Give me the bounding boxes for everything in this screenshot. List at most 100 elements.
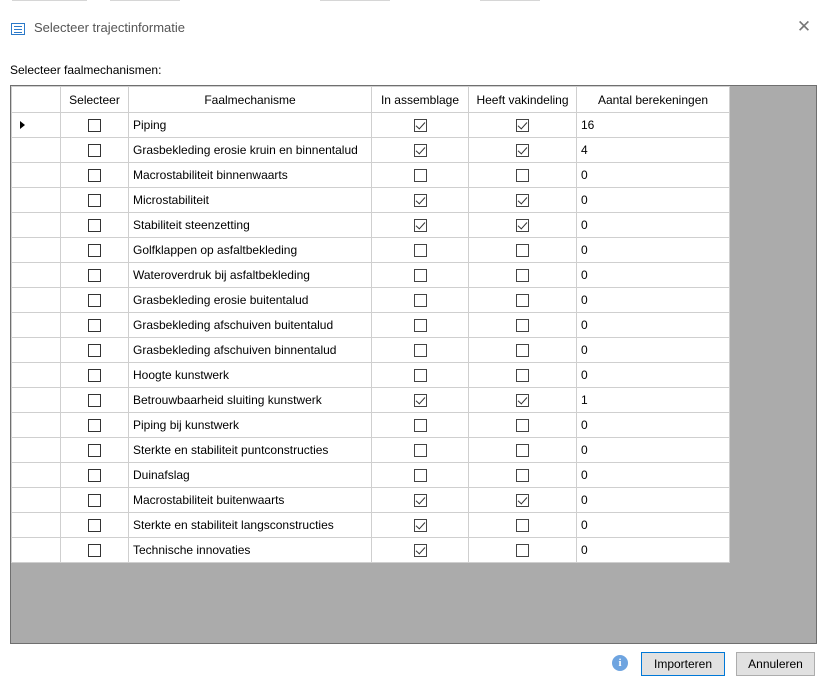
column-header-in-assemblage[interactable]: In assemblage — [371, 86, 469, 113]
table-row[interactable]: Stabiliteit steenzetting 0 — [11, 212, 730, 238]
row-header[interactable] — [11, 312, 61, 338]
select-checkbox[interactable] — [88, 269, 101, 283]
row-header[interactable] — [11, 137, 61, 163]
row-header[interactable] — [11, 162, 61, 188]
select-checkbox[interactable] — [88, 194, 101, 208]
row-header[interactable] — [11, 337, 61, 363]
cancel-button[interactable]: Annuleren — [736, 652, 815, 676]
vakindeling-checkbox — [516, 244, 529, 258]
row-header[interactable] — [11, 237, 61, 263]
table-row[interactable]: Hoogte kunstwerk 0 — [11, 362, 730, 388]
row-header[interactable] — [11, 512, 61, 538]
mechanism-name: Grasbekleding erosie kruin en binnentalu… — [128, 137, 372, 163]
row-header[interactable] — [11, 487, 61, 513]
select-cell[interactable] — [60, 512, 129, 538]
mechanism-name: Grasbekleding afschuiven buitentalud — [128, 312, 372, 338]
select-checkbox[interactable] — [88, 394, 101, 408]
column-header-aantal-berekeningen[interactable]: Aantal berekeningen — [576, 86, 730, 113]
table-row[interactable]: Piping bij kunstwerk 0 — [11, 412, 730, 438]
table-row[interactable]: Macrostabiliteit buitenwaarts 0 — [11, 487, 730, 513]
select-cell[interactable] — [60, 537, 129, 563]
mechanism-name: Piping — [128, 112, 372, 138]
table-row[interactable]: Macrostabiliteit binnenwaarts 0 — [11, 162, 730, 188]
table-row[interactable]: Sterkte en stabiliteit langsconstructies… — [11, 512, 730, 538]
select-cell[interactable] — [60, 237, 129, 263]
select-cell[interactable] — [60, 487, 129, 513]
select-checkbox[interactable] — [88, 244, 101, 258]
column-header-faalmechanisme[interactable]: Faalmechanisme — [128, 86, 372, 113]
select-cell[interactable] — [60, 187, 129, 213]
vakindeling-cell — [468, 212, 577, 238]
info-icon[interactable]: i — [612, 655, 628, 671]
select-cell[interactable] — [60, 287, 129, 313]
select-checkbox[interactable] — [88, 419, 101, 433]
table-row[interactable]: Duinafslag 0 — [11, 462, 730, 488]
in-assemblage-checkbox — [413, 119, 427, 133]
select-cell[interactable] — [60, 337, 129, 363]
table-row[interactable]: Grasbekleding erosie buitentalud 0 — [11, 287, 730, 313]
select-checkbox[interactable] — [88, 169, 101, 183]
table-row[interactable]: Betrouwbaarheid sluiting kunstwerk 1 — [11, 387, 730, 413]
select-checkbox[interactable] — [88, 494, 101, 508]
table-row[interactable]: Piping 16 — [11, 112, 730, 138]
select-checkbox[interactable] — [88, 369, 101, 383]
select-checkbox[interactable] — [88, 119, 101, 133]
row-header[interactable] — [11, 212, 61, 238]
select-cell[interactable] — [60, 137, 129, 163]
import-button[interactable]: Importeren — [641, 652, 725, 676]
table-row[interactable]: Wateroverdruk bij asfaltbekleding 0 — [11, 262, 730, 288]
row-header[interactable] — [11, 287, 61, 313]
in-assemblage-cell — [371, 412, 469, 438]
row-header[interactable] — [11, 362, 61, 388]
vakindeling-checkbox — [516, 544, 529, 558]
in-assemblage-cell — [371, 462, 469, 488]
select-cell[interactable] — [60, 112, 129, 138]
table-row[interactable]: Grasbekleding erosie kruin en binnentalu… — [11, 137, 730, 163]
close-icon[interactable]: ✕ — [792, 16, 816, 38]
in-assemblage-cell — [371, 112, 469, 138]
row-header[interactable] — [11, 187, 61, 213]
select-checkbox[interactable] — [88, 344, 101, 358]
select-cell[interactable] — [60, 162, 129, 188]
select-cell[interactable] — [60, 462, 129, 488]
column-header-selecteer[interactable]: Selecteer — [60, 86, 129, 113]
in-assemblage-cell — [371, 287, 469, 313]
table-row[interactable]: Microstabiliteit 0 — [11, 187, 730, 213]
row-header[interactable] — [11, 112, 61, 138]
table-row[interactable]: Grasbekleding afschuiven buitentalud 0 — [11, 312, 730, 338]
select-cell[interactable] — [60, 387, 129, 413]
select-checkbox[interactable] — [88, 294, 101, 308]
row-header[interactable] — [11, 462, 61, 488]
row-header[interactable] — [11, 537, 61, 563]
row-header[interactable] — [11, 412, 61, 438]
row-header[interactable] — [11, 262, 61, 288]
table-row[interactable]: Grasbekleding afschuiven binnentalud 0 — [11, 337, 730, 363]
select-checkbox[interactable] — [88, 219, 101, 233]
select-checkbox[interactable] — [88, 319, 101, 333]
row-header[interactable] — [11, 387, 61, 413]
background-window-strip — [0, 0, 819, 8]
row-header[interactable] — [11, 437, 61, 463]
select-cell[interactable] — [60, 312, 129, 338]
select-checkbox[interactable] — [88, 444, 101, 458]
calculation-count: 16 — [576, 112, 730, 138]
select-checkbox[interactable] — [88, 469, 101, 483]
table-row[interactable]: Golfklappen op asfaltbekleding 0 — [11, 237, 730, 263]
select-cell[interactable] — [60, 437, 129, 463]
select-checkbox[interactable] — [88, 544, 101, 558]
failure-mechanism-grid[interactable]: Selecteer Faalmechanisme In assemblage H… — [10, 85, 817, 644]
table-row[interactable]: Technische innovaties 0 — [11, 537, 730, 563]
calculation-count: 0 — [576, 312, 730, 338]
calculation-count: 1 — [576, 387, 730, 413]
select-checkbox[interactable] — [88, 144, 101, 158]
select-checkbox[interactable] — [88, 519, 101, 533]
calculation-count: 0 — [576, 337, 730, 363]
vakindeling-cell — [468, 537, 577, 563]
vakindeling-checkbox — [516, 519, 529, 533]
select-cell[interactable] — [60, 212, 129, 238]
select-cell[interactable] — [60, 262, 129, 288]
column-header-heeft-vakindeling[interactable]: Heeft vakindeling — [468, 86, 577, 113]
select-cell[interactable] — [60, 412, 129, 438]
table-row[interactable]: Sterkte en stabiliteit puntconstructies 0 — [11, 437, 730, 463]
select-cell[interactable] — [60, 362, 129, 388]
